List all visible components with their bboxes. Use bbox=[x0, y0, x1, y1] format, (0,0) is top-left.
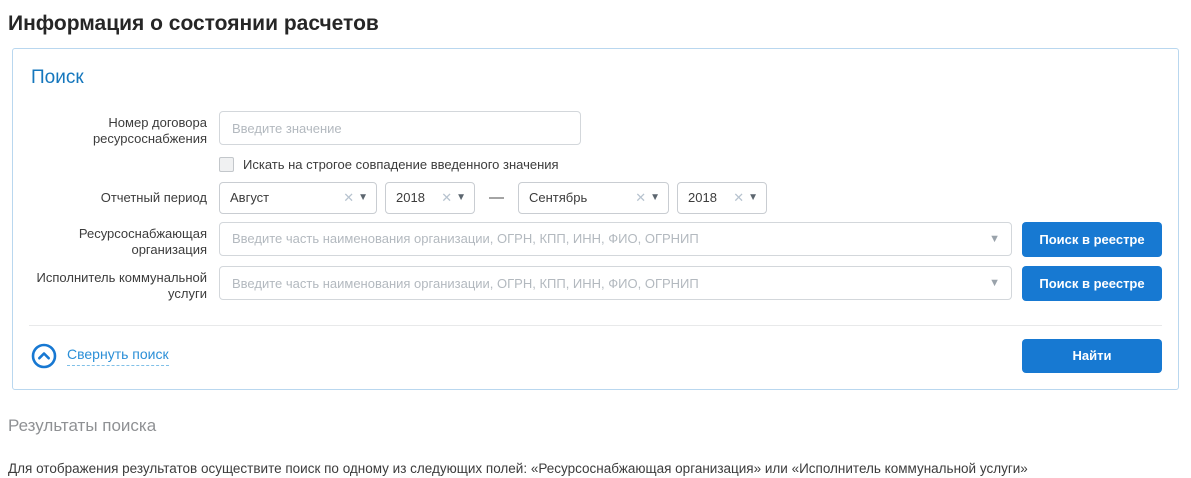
executor-combo-wrap: ▼ bbox=[219, 266, 1012, 300]
period-row: Отчетный период Август ✕ ▼ 2018 ✕ ▼ — Се… bbox=[29, 182, 1162, 214]
strict-match-checkbox[interactable] bbox=[219, 157, 234, 172]
chevron-down-icon[interactable]: ▼ bbox=[748, 192, 758, 203]
contract-number-input[interactable] bbox=[219, 111, 581, 145]
rso-combo-wrap: ▼ bbox=[219, 222, 1012, 256]
period-range-dash: — bbox=[489, 189, 504, 206]
strict-match-label: Искать на строгое совпадение введенного … bbox=[243, 157, 559, 172]
period-to-year-value: 2018 bbox=[688, 190, 733, 205]
executor-label: Исполнитель коммунальной услуги bbox=[29, 266, 207, 303]
contract-number-row: Номер договора ресурсоснабжения bbox=[29, 111, 1162, 148]
clear-icon[interactable]: ✕ bbox=[441, 190, 452, 206]
rso-registry-search-button[interactable]: Поиск в реестре bbox=[1022, 222, 1162, 257]
chevron-down-icon[interactable]: ▼ bbox=[989, 277, 1000, 289]
period-from-month-value: Август bbox=[230, 190, 343, 205]
executor-registry-search-button[interactable]: Поиск в реестре bbox=[1022, 266, 1162, 301]
strict-match-row: Искать на строгое совпадение введенного … bbox=[219, 157, 1162, 172]
clear-icon[interactable]: ✕ bbox=[733, 190, 744, 206]
results-hint: Для отображения результатов осуществите … bbox=[8, 461, 1179, 476]
collapse-search-link[interactable]: Свернуть поиск bbox=[67, 346, 169, 366]
search-panel-title: Поиск bbox=[31, 67, 1162, 89]
results-section: Результаты поиска Для отображения резуль… bbox=[8, 390, 1183, 476]
contract-number-label: Номер договора ресурсоснабжения bbox=[29, 111, 207, 148]
page: Информация о состоянии расчетов Поиск Но… bbox=[0, 0, 1191, 476]
executor-combobox-input[interactable] bbox=[219, 266, 1012, 300]
chevron-down-icon[interactable]: ▼ bbox=[989, 233, 1000, 245]
executor-controls: ▼ Поиск в реестре bbox=[219, 266, 1162, 301]
rso-controls: ▼ Поиск в реестре bbox=[219, 222, 1162, 257]
chevron-down-icon[interactable]: ▼ bbox=[650, 192, 660, 203]
executor-row: Исполнитель коммунальной услуги ▼ Поиск … bbox=[29, 266, 1162, 303]
period-from-month-dropdown[interactable]: Август ✕ ▼ bbox=[219, 182, 377, 214]
collapse-search-block[interactable]: Свернуть поиск bbox=[31, 343, 169, 369]
period-to-month-dropdown[interactable]: Сентябрь ✕ ▼ bbox=[518, 182, 669, 214]
period-from-year-dropdown[interactable]: 2018 ✕ ▼ bbox=[385, 182, 475, 214]
page-title: Информация о состоянии расчетов bbox=[8, 8, 1183, 46]
search-panel: Поиск Номер договора ресурсоснабжения Ис… bbox=[12, 48, 1179, 390]
period-to-year-dropdown[interactable]: 2018 ✕ ▼ bbox=[677, 182, 767, 214]
search-panel-footer: Свернуть поиск Найти bbox=[29, 325, 1162, 373]
rso-row: Ресурсоснабжающая организация ▼ Поиск в … bbox=[29, 222, 1162, 259]
rso-label: Ресурсоснабжающая организация bbox=[29, 222, 207, 259]
period-group: Август ✕ ▼ 2018 ✕ ▼ — Сентябрь ✕ ▼ 2018 bbox=[219, 182, 767, 214]
results-title: Результаты поиска bbox=[8, 416, 1179, 436]
chevron-down-icon[interactable]: ▼ bbox=[358, 192, 368, 203]
period-to-month-value: Сентябрь bbox=[529, 190, 635, 205]
clear-icon[interactable]: ✕ bbox=[343, 190, 354, 206]
period-label: Отчетный период bbox=[29, 182, 207, 206]
find-button[interactable]: Найти bbox=[1022, 339, 1162, 373]
period-from-year-value: 2018 bbox=[396, 190, 441, 205]
rso-combobox-input[interactable] bbox=[219, 222, 1012, 256]
chevron-down-icon[interactable]: ▼ bbox=[456, 192, 466, 203]
collapse-circle-chevron-up-icon[interactable] bbox=[31, 343, 57, 369]
clear-icon[interactable]: ✕ bbox=[635, 190, 646, 206]
